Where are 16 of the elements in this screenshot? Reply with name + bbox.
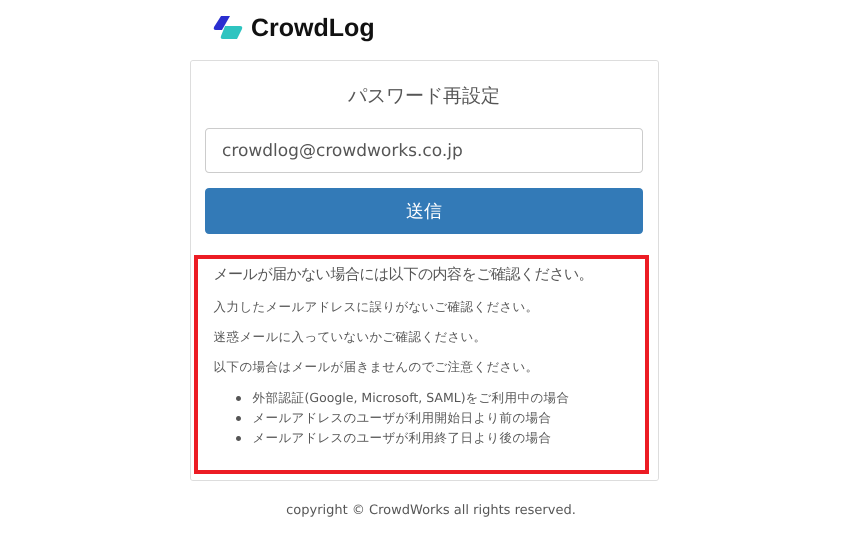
bullet-icon [236,416,240,420]
email-field[interactable]: crowdlog@crowdworks.co.jp [205,128,643,173]
bullet-icon [236,396,240,400]
list-item: 外部認証(Google, Microsoft, SAML)をご利用中の場合 [252,389,570,407]
copyright-text: copyright © CrowdWorks all rights reserved. [286,503,576,518]
logo-text: CrowdLog [251,14,375,42]
form-title: パスワード再設定 [348,84,500,109]
list-item: メールアドレスのユーザが利用終了日より後の場合 [252,429,552,447]
submit-button[interactable]: 送信 [205,188,643,234]
notice-heading: メールが届かない場合には以下の内容をご確認ください。 [214,265,594,284]
list-item: メールアドレスのユーザが利用開始日より前の場合 [252,409,552,427]
notice-text: 迷惑メールに入っていないかご確認ください。 [214,330,488,344]
bullet-icon [236,436,240,440]
notice-text: 入力したメールアドレスに誤りがないご確認ください。 [214,300,540,314]
logo-icon [213,15,243,41]
notice-text: 以下の場合はメールが届きませんのでご注意ください。 [214,360,540,374]
